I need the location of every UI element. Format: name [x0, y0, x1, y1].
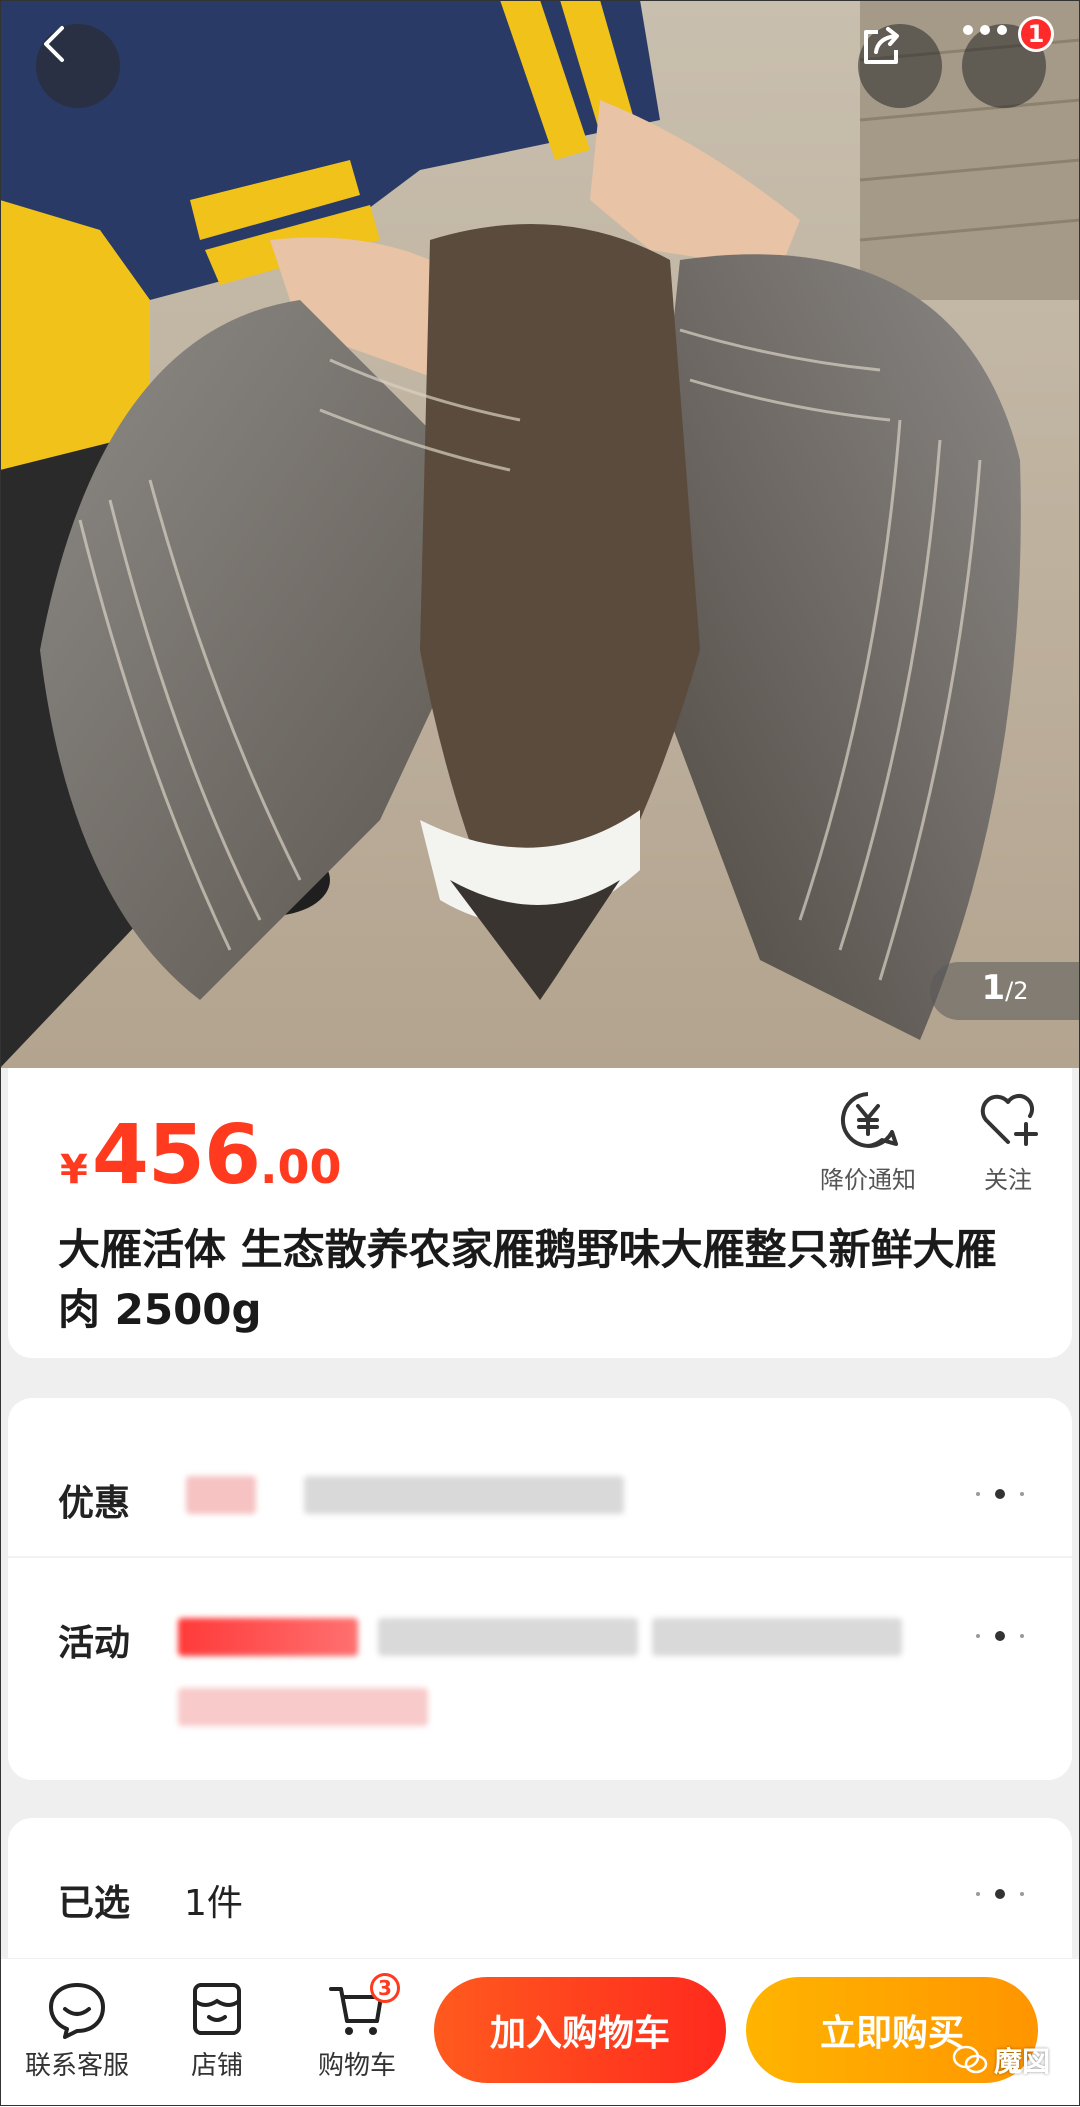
- watermark: 魔図: [952, 2040, 1050, 2080]
- shop-label: 店铺: [190, 2051, 243, 2081]
- cart-button[interactable]: 3 购物车: [292, 1973, 422, 2082]
- cart-label: 购物车: [317, 2051, 396, 2081]
- selected-value: 1件: [184, 1883, 243, 1924]
- activity-text-blurred-3: [178, 1688, 428, 1726]
- price-drop-notify-label: 降价通知: [820, 1166, 916, 1194]
- bottom-action-bar: 联系客服 店铺 3 购物车 加入购物车 立即购买: [0, 1958, 1080, 2107]
- product-title: 大雁活体 生态散养农家雁鹅野味大雁整只新鲜大雁肉 2500g: [58, 1225, 997, 1334]
- image-current-index: 1: [981, 968, 1006, 1008]
- wechat-icon: [952, 2045, 988, 2074]
- heart-plus-icon: [980, 1094, 1038, 1146]
- price-currency: ¥: [60, 1147, 88, 1193]
- price-integer: 456: [91, 1108, 261, 1203]
- customer-service-label: 联系客服: [24, 2051, 129, 2081]
- product-summary-card: ¥ 456 .00 降价通知 关注 大雁活体 生态散养农家雁鹅野味大雁整只新鲜大…: [8, 1068, 1072, 1358]
- expand-dots-icon: [976, 1489, 1024, 1499]
- discount-tag-blurred: [186, 1476, 256, 1514]
- expand-dots-icon: [976, 1631, 1024, 1641]
- chat-bubble-icon: [49, 1983, 105, 2039]
- promotion-card: 优惠 活动: [8, 1398, 1072, 1780]
- image-total-count: /2: [1005, 977, 1029, 1005]
- store-icon: [193, 1983, 241, 2035]
- shop-button[interactable]: 店铺: [152, 1979, 282, 2082]
- image-counter: 1 /2: [930, 962, 1080, 1020]
- chevron-left-icon: [44, 26, 64, 62]
- row-divider: [8, 1556, 1072, 1558]
- back-button[interactable]: [36, 24, 120, 108]
- add-to-cart-button[interactable]: 加入购物车: [434, 1977, 726, 2083]
- price-drop-notify-button[interactable]: 降价通知: [803, 1088, 933, 1195]
- cart-count-badge: 3: [370, 1973, 400, 2003]
- activity-text-blurred-2: [652, 1618, 902, 1656]
- activity-text-blurred-1: [378, 1618, 638, 1656]
- share-icon: [864, 27, 899, 64]
- expand-dots-icon: [976, 1889, 1024, 1899]
- activity-label: 活动: [58, 1623, 131, 1664]
- selected-label: 已选: [58, 1883, 131, 1924]
- share-button[interactable]: [858, 24, 942, 108]
- product-photo-goose: [0, 0, 1080, 1068]
- product-price: ¥ 456 .00: [60, 1108, 342, 1203]
- price-decimal: .00: [260, 1140, 342, 1194]
- activity-tag-blurred: [178, 1618, 358, 1656]
- more-button[interactable]: 1: [962, 16, 1054, 108]
- product-image-gallery[interactable]: 1 1 /2: [0, 0, 1080, 1068]
- selected-spec-row[interactable]: 已选 1件: [8, 1818, 1072, 1968]
- watermark-text: 魔図: [994, 2045, 1051, 2078]
- discount-label: 优惠: [58, 1483, 131, 1524]
- discount-text-blurred: [304, 1476, 624, 1514]
- customer-service-button[interactable]: 联系客服: [12, 1979, 142, 2082]
- follow-label: 关注: [984, 1166, 1032, 1194]
- follow-button[interactable]: 关注: [943, 1088, 1073, 1195]
- more-dots-icon: [963, 25, 1007, 35]
- message-count-badge: 1: [1018, 16, 1054, 52]
- yen-bell-icon: [841, 1092, 898, 1148]
